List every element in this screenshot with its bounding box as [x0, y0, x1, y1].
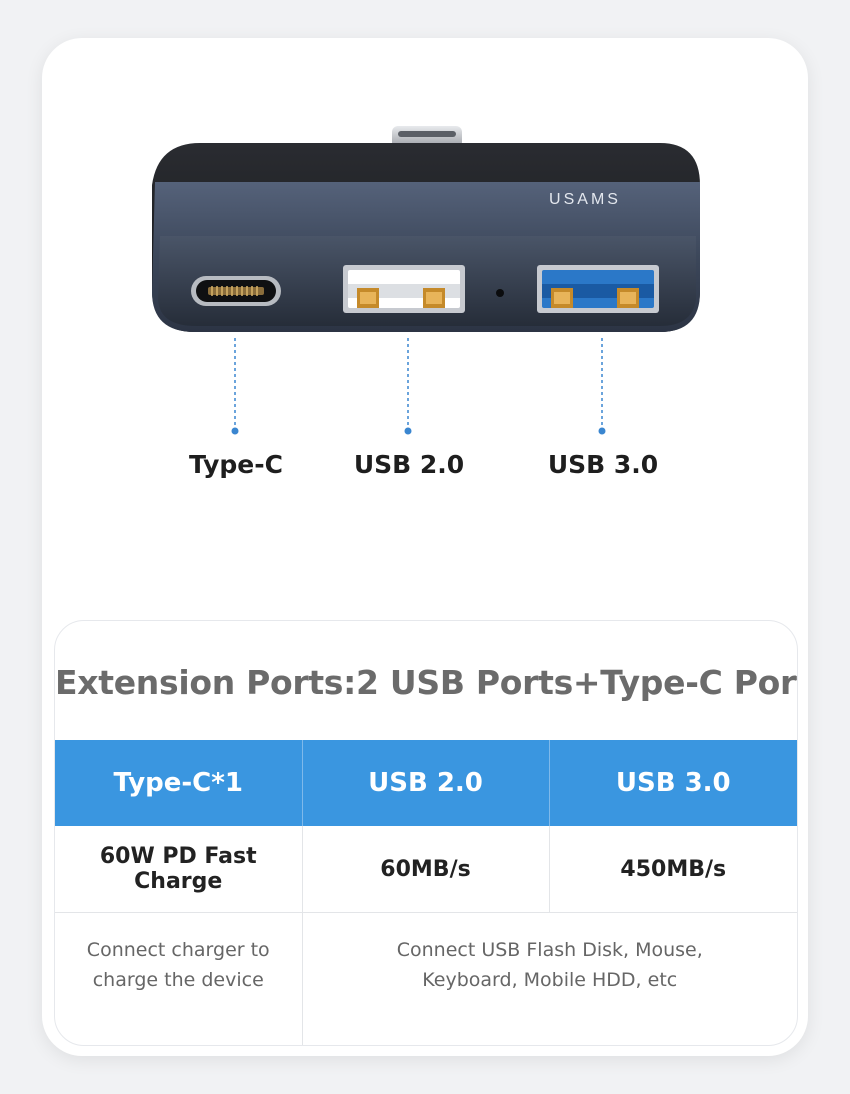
spec-heading: Extension Ports:2 USB Ports+Type-C Port [55, 663, 798, 702]
led-indicator-icon [496, 289, 504, 297]
spec-panel: Extension Ports:2 USB Ports+Type-C Port … [54, 620, 798, 1046]
spec-table: Type-C*1 USB 2.0 USB 3.0 60W PD Fast Cha… [55, 740, 797, 1045]
table-row: 60W PD Fast Charge 60MB/s 450MB/s [55, 826, 797, 913]
header-typec: Type-C*1 [55, 740, 303, 826]
table-header-row: Type-C*1 USB 2.0 USB 3.0 [55, 740, 797, 826]
desc-usb: Connect USB Flash Disk, Mouse, Keyboard,… [302, 912, 797, 1045]
speed-usb3: 450MB/s [549, 826, 797, 913]
desc-typec-line2: charge the device [92, 969, 264, 991]
usb2-port-icon [343, 265, 465, 313]
leader-dot [598, 427, 606, 435]
usb3-port-icon [537, 265, 659, 313]
header-usb3: USB 3.0 [549, 740, 797, 826]
desc-usb-line1: Connect USB Flash Disk, Mouse, [396, 939, 703, 961]
desc-usb-line2: Keyboard, Mobile HDD, etc [422, 969, 678, 991]
port-label-usb2: USB 2.0 [353, 450, 465, 479]
leader-dot [231, 427, 239, 435]
speed-usb2: 60MB/s [302, 826, 550, 913]
desc-typec-line1: Connect charger to [86, 939, 270, 961]
table-row: Connect charger to charge the device Con… [55, 912, 797, 1045]
speed-typec: 60W PD Fast Charge [55, 826, 303, 913]
brand-logo: USAMS [549, 191, 621, 208]
port-label-usb3: USB 3.0 [547, 450, 659, 479]
typec-port-icon [191, 276, 281, 306]
leader-lines [234, 338, 603, 428]
desc-typec: Connect charger to charge the device [55, 912, 303, 1045]
header-usb2: USB 2.0 [302, 740, 550, 826]
leader-dot [404, 427, 412, 435]
port-label-typec: Type-C [189, 450, 283, 479]
